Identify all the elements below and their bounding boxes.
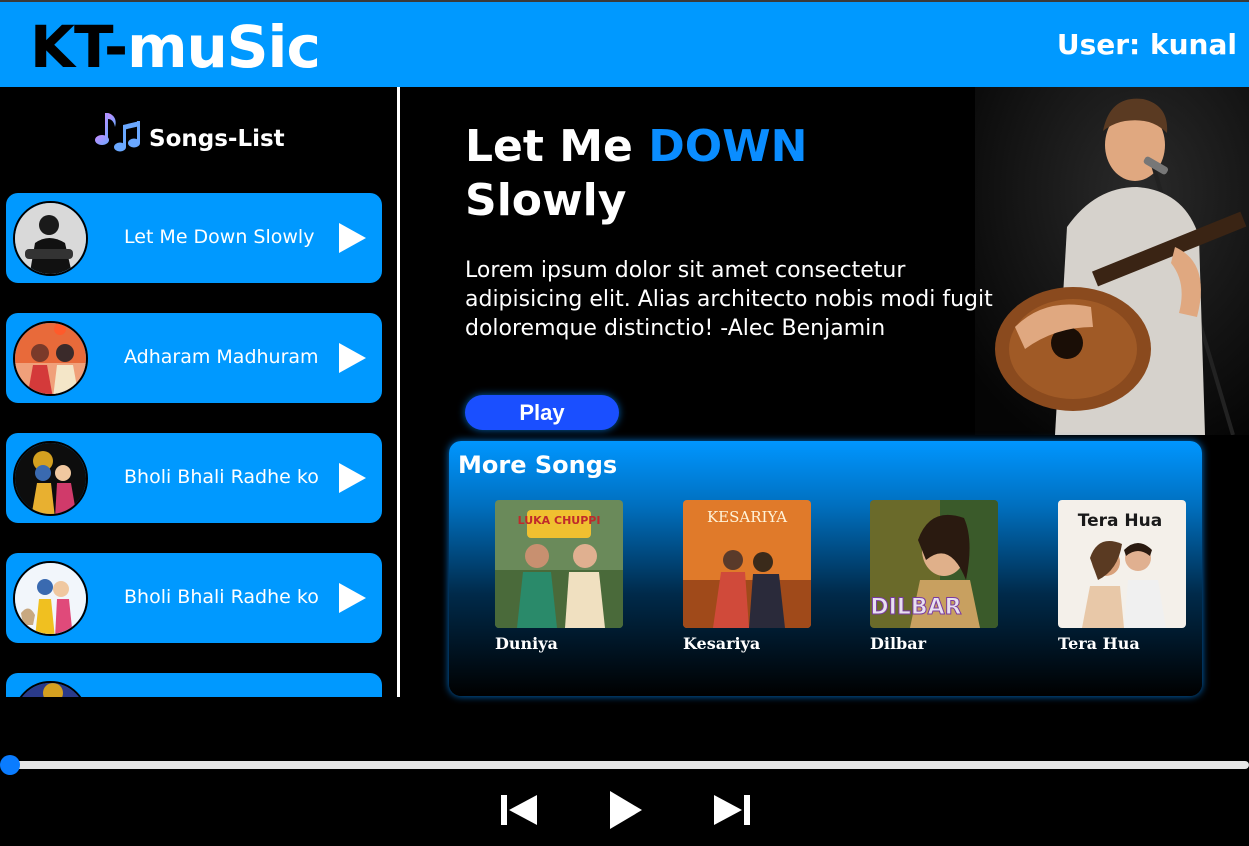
user-label: User: kunal (1056, 28, 1237, 61)
song-thumbnail (13, 681, 88, 697)
song-thumbnail (13, 441, 88, 516)
album-cover: LUKA CHUPPI (495, 500, 623, 628)
song-card[interactable]: Tera Hua Tera Hua (1058, 500, 1186, 653)
cover-text: DILBAR (870, 595, 961, 620)
song-card[interactable]: KESARIYA Kesariya (683, 500, 811, 653)
music-notes-icon (95, 113, 140, 152)
previous-icon[interactable] (499, 790, 539, 830)
cover-text: LUKA CHUPPI (518, 514, 601, 527)
app-logo: KT-muSic (30, 12, 321, 82)
title-part-1: Let Me (465, 121, 633, 172)
play-button[interactable]: Play (465, 395, 619, 430)
sidebar-divider (397, 87, 400, 697)
song-thumbnail (13, 321, 88, 396)
next-icon[interactable] (712, 790, 752, 830)
album-cover: Tera Hua (1058, 500, 1186, 628)
song-card-label: Tera Hua (1058, 634, 1140, 653)
song-title: Let Me DOWN Slowly (465, 120, 807, 228)
song-name: Bholi Bhali Radhe ko (124, 586, 319, 608)
progress-handle[interactable] (0, 755, 20, 775)
play-icon[interactable] (339, 583, 366, 613)
play-icon[interactable] (339, 463, 366, 493)
cover-text: Tera Hua (1078, 511, 1162, 531)
song-thumbnail (13, 201, 88, 276)
play-icon[interactable] (339, 343, 366, 373)
progress-track[interactable] (10, 761, 1249, 769)
song-item[interactable]: Bholi Bhali Radhe ko (6, 553, 382, 643)
songs-sidebar[interactable]: Songs-List Let Me Down Slowly Adharam Ma… (0, 87, 397, 697)
logo-part-2: muSic (127, 13, 321, 81)
song-thumbnail (13, 561, 88, 636)
song-card-label: Dilbar (870, 634, 927, 653)
song-card-label: Kesariya (683, 634, 761, 653)
more-songs-title: More Songs (458, 451, 618, 479)
album-cover: KESARIYA (683, 500, 811, 628)
sidebar-header: Songs-List (95, 109, 285, 155)
progress-bar[interactable] (0, 755, 1249, 775)
song-item[interactable]: Adharam Madhuram (6, 313, 382, 403)
play-icon[interactable] (606, 790, 646, 830)
album-cover: DILBAR (870, 500, 998, 628)
app-header: KT-muSic User: kunal (0, 0, 1249, 87)
title-part-2: Slowly (465, 175, 627, 226)
song-card[interactable]: LUKA CHUPPI Duniya (495, 500, 623, 653)
song-card-label: Duniya (495, 634, 558, 653)
song-item[interactable]: Bholi Bhali Radhe ko (6, 433, 382, 523)
more-songs-panel: More Songs LUKA CHUPPI Duniya KESARIYA K… (449, 441, 1202, 696)
sidebar-title: Songs-List (149, 126, 285, 152)
song-description: Lorem ipsum dolor sit amet consectetur a… (465, 258, 993, 341)
logo-part-1: KT- (30, 13, 128, 81)
title-accent: DOWN (648, 121, 808, 172)
artist-photo (975, 87, 1249, 435)
cover-text: KESARIYA (707, 508, 787, 526)
song-name: Adharam Madhuram (124, 346, 319, 368)
play-icon[interactable] (339, 223, 366, 253)
song-item[interactable]: Let Me Down Slowly (6, 193, 382, 283)
song-name: Bholi Bhali Radhe ko (124, 466, 319, 488)
player-controls (0, 790, 1249, 830)
song-name: Let Me Down Slowly (124, 226, 315, 248)
song-item[interactable] (6, 673, 382, 697)
song-card[interactable]: DILBAR Dilbar (870, 500, 998, 653)
